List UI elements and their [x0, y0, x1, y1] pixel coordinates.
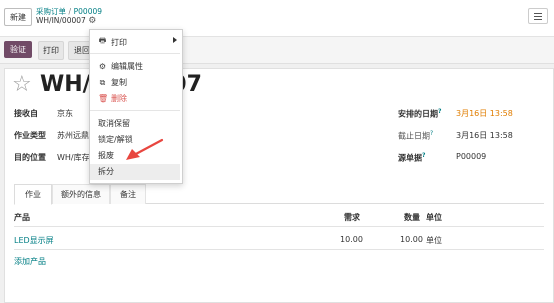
- column-quantity[interactable]: 数量: [404, 212, 420, 223]
- record-reference: WH/IN/00007 ⚙: [36, 16, 96, 26]
- menu-item-unreserve[interactable]: 取消保留: [98, 118, 130, 129]
- receive-from-label: 接收自: [14, 109, 38, 118]
- column-demand[interactable]: 需求: [344, 212, 360, 223]
- table-row-demand[interactable]: 10.00: [340, 235, 363, 244]
- submenu-arrow-icon: [173, 37, 177, 43]
- trash-icon: 🗑: [98, 94, 109, 103]
- scheduled-date-value[interactable]: 3月16日 13:58: [456, 108, 513, 119]
- table-row-product[interactable]: LED显示屏: [14, 235, 54, 246]
- annotation-arrow-icon: [126, 138, 164, 160]
- menu-item-split[interactable]: 拆分: [98, 166, 114, 177]
- deadline-label-text: 截止日期: [398, 131, 430, 141]
- add-product-link[interactable]: 添加产品: [14, 256, 46, 267]
- source-doc-label-text: 源单据: [398, 153, 422, 163]
- row-divider: [14, 249, 544, 250]
- tab-operations[interactable]: 作业: [14, 184, 52, 205]
- menu-item-print-label: 打印: [111, 37, 127, 47]
- menu-item-duplicate[interactable]: ⧉ 复制: [98, 77, 127, 88]
- menu-item-duplicate-label: 复制: [111, 78, 127, 87]
- destination-label: 目的位置: [14, 153, 46, 162]
- deadline-value[interactable]: 3月16日 13:58: [456, 130, 513, 141]
- printer-icon: 🖶: [98, 36, 107, 45]
- operation-type-label: 作业类型: [14, 131, 46, 140]
- receive-from-value[interactable]: 京东: [57, 108, 73, 119]
- breadcrumb-separator: /: [68, 7, 72, 16]
- menu-item-print[interactable]: 🖶 打印: [98, 35, 127, 49]
- annotation-arrow-shaft: [132, 138, 164, 157]
- star-icon[interactable]: ☆: [12, 72, 32, 97]
- menu-item-scrap[interactable]: 报废: [98, 150, 114, 161]
- header-divider: [14, 226, 544, 227]
- annotation-arrow-head: [126, 149, 140, 160]
- scheduled-date-label: 安排的日期?: [398, 108, 441, 120]
- source-doc-label: 源单据?: [398, 152, 425, 164]
- help-icon[interactable]: ?: [430, 130, 433, 137]
- source-doc-value[interactable]: P00009: [456, 152, 486, 161]
- menu-divider: [90, 110, 180, 111]
- menu-divider: [90, 53, 180, 54]
- tab-notes[interactable]: 备注: [110, 184, 146, 204]
- help-icon[interactable]: ?: [438, 108, 441, 115]
- help-icon[interactable]: ?: [422, 152, 425, 159]
- hamburger-icon[interactable]: [528, 8, 548, 24]
- copy-icon: ⧉: [99, 77, 106, 87]
- tab-extra-info[interactable]: 额外的信息: [52, 184, 110, 204]
- destination-value[interactable]: WH/库存: [57, 152, 90, 163]
- gears-icon: ⚙: [98, 62, 107, 71]
- table-row-quantity[interactable]: 10.00: [400, 235, 423, 244]
- print-button[interactable]: 打印: [38, 41, 64, 60]
- table-row-unit[interactable]: 单位: [426, 235, 442, 246]
- validate-button[interactable]: 验证: [4, 41, 32, 58]
- breadcrumb-order[interactable]: P00009: [74, 7, 102, 16]
- scheduled-date-label-text: 安排的日期: [398, 109, 438, 119]
- breadcrumb-purchase-orders[interactable]: 采购订单: [36, 7, 66, 16]
- menu-item-delete[interactable]: 🗑 删除: [98, 93, 127, 104]
- operation-type-value[interactable]: 苏州远鼎: [57, 130, 89, 141]
- menu-item-edit-properties-label: 编辑属性: [111, 62, 143, 71]
- column-unit[interactable]: 单位: [426, 212, 442, 223]
- new-button[interactable]: 新建: [4, 8, 32, 26]
- menu-item-edit-properties[interactable]: ⚙ 编辑属性: [98, 61, 143, 72]
- column-product[interactable]: 产品: [14, 212, 30, 223]
- menu-item-delete-label: 删除: [111, 94, 127, 103]
- gear-icon[interactable]: ⚙: [88, 16, 96, 26]
- deadline-label: 截止日期?: [398, 130, 433, 142]
- record-ref-text: WH/IN/00007: [36, 16, 86, 25]
